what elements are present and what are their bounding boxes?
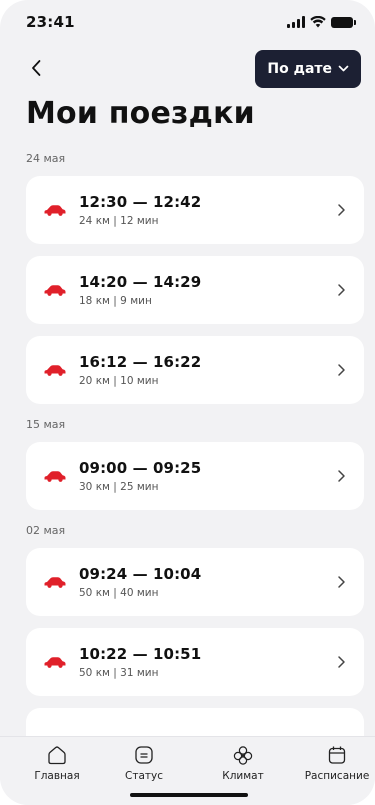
signal-icon xyxy=(287,16,305,28)
date-group-label: 15 мая xyxy=(26,418,66,431)
trip-card[interactable]: 16:12 — 16:22 20 км | 10 мин xyxy=(26,336,364,404)
trip-time: 12:30 — 12:42 xyxy=(79,193,202,211)
trip-meta: 50 км | 31 мин xyxy=(79,667,159,679)
trip-time: 14:20 — 14:29 xyxy=(79,273,202,291)
trip-time: 10:22 — 10:51 xyxy=(79,645,202,663)
car-icon xyxy=(44,657,66,668)
trip-info: 16:12 — 16:22 20 км | 10 мин xyxy=(79,353,336,387)
chevron-left-icon xyxy=(32,60,41,76)
nav-item-climate[interactable]: Климат xyxy=(203,745,283,782)
trip-info: 14:20 — 14:29 18 км | 9 мин xyxy=(79,273,336,307)
trip-list[interactable]: 24 мая 12:30 — 12:42 24 км | 12 мин 14:2… xyxy=(0,150,375,736)
status-icon xyxy=(135,746,153,764)
home-indicator[interactable] xyxy=(130,793,248,797)
trip-card[interactable]: 09:00 — 09:25 30 км | 25 мин xyxy=(26,442,364,510)
trip-time: 09:00 — 09:25 xyxy=(79,459,202,477)
trip-meta: 30 км | 25 мин xyxy=(79,481,159,493)
chevron-right-icon xyxy=(338,576,345,588)
trip-meta: 18 км | 9 мин xyxy=(79,295,152,307)
trip-card[interactable]: 12:30 — 12:42 24 км | 12 мин xyxy=(26,176,364,244)
trip-meta: 50 км | 40 мин xyxy=(79,587,159,599)
back-button[interactable] xyxy=(22,54,50,82)
date-group-label: 24 мая xyxy=(26,152,66,165)
nav-label: Расписание xyxy=(304,770,370,782)
climate-icon xyxy=(233,746,253,765)
trip-card-partial[interactable] xyxy=(26,708,364,736)
trip-time: 09:24 — 10:04 xyxy=(79,565,202,583)
chevron-down-icon xyxy=(338,65,349,72)
home-icon xyxy=(48,746,66,765)
car-icon xyxy=(44,471,66,482)
car-icon xyxy=(44,577,66,588)
trip-info: 10:22 — 10:51 50 км | 31 мин xyxy=(79,645,336,679)
sort-dropdown-button[interactable]: По дате xyxy=(255,50,361,88)
status-time: 23:41 xyxy=(26,13,75,31)
nav-label: Статус xyxy=(125,770,163,782)
trip-meta: 24 км | 12 мин xyxy=(79,215,159,227)
nav-item-schedule[interactable]: Расписание xyxy=(297,745,375,782)
chevron-right-icon xyxy=(338,470,345,482)
trip-info: 09:00 — 09:25 30 км | 25 мин xyxy=(79,459,336,493)
nav-item-home[interactable]: Главная xyxy=(17,745,97,782)
phone-screen: 23:41 По дате Мои поездки 24 мая 12:30 —… xyxy=(0,0,375,805)
date-group-label: 02 мая xyxy=(26,524,66,537)
wifi-icon xyxy=(310,16,326,28)
header: По дате xyxy=(0,48,375,88)
status-icons xyxy=(287,16,356,28)
status-bar: 23:41 xyxy=(0,0,375,44)
chevron-right-icon xyxy=(338,364,345,376)
nav-label: Главная xyxy=(34,770,80,782)
car-icon xyxy=(44,205,66,216)
sort-label: По дате xyxy=(267,61,332,77)
car-icon xyxy=(44,285,66,296)
battery-icon xyxy=(331,16,356,28)
chevron-right-icon xyxy=(338,204,345,216)
trip-card[interactable]: 10:22 — 10:51 50 км | 31 мин xyxy=(26,628,364,696)
calendar-icon xyxy=(328,746,346,764)
page-title: Мои поездки xyxy=(26,96,255,131)
chevron-right-icon xyxy=(338,284,345,296)
trip-info: 09:24 — 10:04 50 км | 40 мин xyxy=(79,565,336,599)
trip-info: 12:30 — 12:42 24 км | 12 мин xyxy=(79,193,336,227)
nav-item-status[interactable]: Статус xyxy=(104,745,184,782)
trip-time: 16:12 — 16:22 xyxy=(79,353,202,371)
trip-card[interactable]: 14:20 — 14:29 18 км | 9 мин xyxy=(26,256,364,324)
nav-label: Климат xyxy=(222,770,264,782)
trip-meta: 20 км | 10 мин xyxy=(79,375,159,387)
trip-card[interactable]: 09:24 — 10:04 50 км | 40 мин xyxy=(26,548,364,616)
car-icon xyxy=(44,365,66,376)
chevron-right-icon xyxy=(338,656,345,668)
